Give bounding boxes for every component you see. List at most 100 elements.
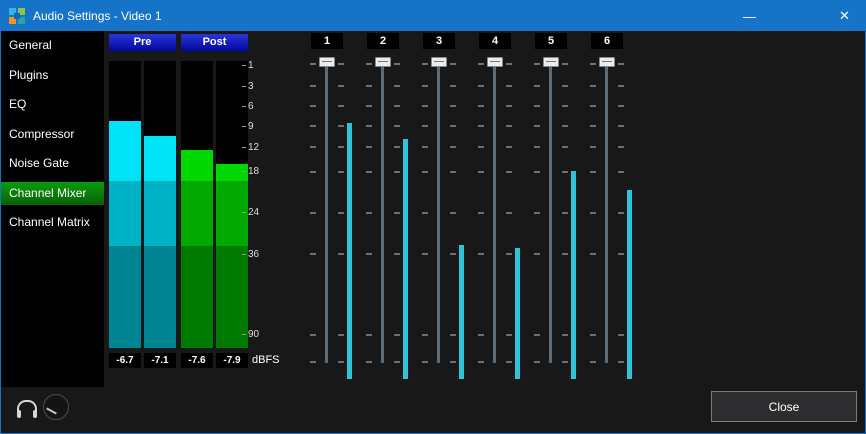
slider-tick bbox=[618, 146, 624, 148]
window-title: Audio Settings - Video 1 bbox=[33, 9, 162, 23]
channel-1-label: 1 bbox=[311, 33, 343, 49]
channel-5-slider-handle[interactable] bbox=[543, 57, 559, 67]
slider-tick bbox=[450, 63, 456, 65]
sidebar-item-noise-gate[interactable]: Noise Gate bbox=[1, 152, 104, 175]
headphones-volume-knob[interactable] bbox=[43, 394, 69, 420]
sidebar-item-plugins[interactable]: Plugins bbox=[1, 64, 104, 87]
channel-3-slider-track[interactable] bbox=[437, 63, 440, 363]
channel-6-slider-track[interactable] bbox=[605, 63, 608, 363]
slider-tick bbox=[618, 125, 624, 127]
channel-4-slider-handle[interactable] bbox=[487, 57, 503, 67]
slider-tick bbox=[338, 334, 344, 336]
pre-meter-bar-1 bbox=[109, 61, 141, 348]
slider-tick bbox=[338, 85, 344, 87]
audio-settings-window: Audio Settings - Video 1 — ✕ General Plug… bbox=[0, 0, 866, 434]
channel-2-slider-handle[interactable] bbox=[375, 57, 391, 67]
slider-tick bbox=[394, 361, 400, 363]
slider-tick bbox=[338, 212, 344, 214]
slider-tick bbox=[590, 253, 596, 255]
slider-tick bbox=[562, 212, 568, 214]
channel-6-label: 6 bbox=[591, 33, 623, 49]
slider-tick bbox=[618, 334, 624, 336]
channel-1-slider-track[interactable] bbox=[325, 63, 328, 363]
slider-tick bbox=[422, 146, 428, 148]
channel-6-level-meter bbox=[627, 59, 632, 379]
headphones-icon[interactable] bbox=[17, 400, 37, 415]
scale-mark-3: 3 bbox=[242, 81, 254, 91]
channel-1-level-meter bbox=[347, 59, 352, 379]
slider-tick bbox=[366, 361, 372, 363]
slider-tick bbox=[590, 171, 596, 173]
slider-tick bbox=[450, 146, 456, 148]
slider-tick bbox=[618, 105, 624, 107]
channel-2-slider-track[interactable] bbox=[381, 63, 384, 363]
slider-tick bbox=[450, 212, 456, 214]
close-button[interactable]: Close bbox=[711, 391, 857, 422]
slider-tick bbox=[506, 253, 512, 255]
slider-tick bbox=[394, 171, 400, 173]
close-window-button[interactable]: ✕ bbox=[822, 1, 866, 31]
sidebar: General Plugins EQ Compressor Noise Gate Chan… bbox=[1, 31, 104, 387]
slider-tick bbox=[366, 125, 372, 127]
slider-tick bbox=[590, 63, 596, 65]
slider-tick bbox=[590, 85, 596, 87]
slider-tick bbox=[450, 334, 456, 336]
channel-5-level-meter bbox=[571, 59, 576, 379]
slider-tick bbox=[478, 212, 484, 214]
scale-tick bbox=[242, 65, 246, 66]
slider-tick bbox=[534, 146, 540, 148]
channel-2-label: 2 bbox=[367, 33, 399, 49]
scale-tick bbox=[242, 106, 246, 107]
channel-2: 2 bbox=[355, 33, 411, 385]
channel-6: 6 bbox=[579, 33, 635, 385]
channel-4-level-fill bbox=[515, 248, 520, 379]
scale-tick bbox=[242, 334, 246, 335]
channel-4-label: 4 bbox=[479, 33, 511, 49]
slider-tick bbox=[478, 105, 484, 107]
channel-1-slider-handle[interactable] bbox=[319, 57, 335, 67]
pre-meter-bar-2 bbox=[144, 61, 176, 348]
channel-1-level-fill bbox=[347, 123, 352, 379]
slider-tick bbox=[450, 125, 456, 127]
slider-tick bbox=[310, 171, 316, 173]
channel-3: 3 bbox=[411, 33, 467, 385]
channel-5-slider-track[interactable] bbox=[549, 63, 552, 363]
scale-tick bbox=[242, 86, 246, 87]
channel-3-slider-handle[interactable] bbox=[431, 57, 447, 67]
post-meter-value-1: -7.6 bbox=[181, 353, 213, 368]
slider-tick bbox=[562, 171, 568, 173]
slider-tick bbox=[590, 212, 596, 214]
slider-tick bbox=[562, 334, 568, 336]
scale-tick bbox=[242, 212, 246, 213]
slider-tick bbox=[618, 212, 624, 214]
minimize-button[interactable]: — bbox=[727, 1, 772, 31]
sidebar-item-eq[interactable]: EQ bbox=[1, 93, 104, 116]
slider-tick bbox=[310, 253, 316, 255]
slider-tick bbox=[562, 253, 568, 255]
channel-6-slider-handle[interactable] bbox=[599, 57, 615, 67]
slider-tick bbox=[506, 125, 512, 127]
sidebar-item-channel-mixer[interactable]: Channel Mixer bbox=[1, 182, 104, 205]
sidebar-item-general[interactable]: General bbox=[1, 34, 104, 57]
sidebar-item-compressor[interactable]: Compressor bbox=[1, 123, 104, 146]
channel-4-level-meter bbox=[515, 59, 520, 379]
slider-tick bbox=[618, 63, 624, 65]
sidebar-item-channel-matrix[interactable]: Channel Matrix bbox=[1, 211, 104, 234]
slider-tick bbox=[338, 171, 344, 173]
slider-tick bbox=[506, 63, 512, 65]
channel-2-level-fill bbox=[403, 139, 408, 379]
slider-tick bbox=[310, 125, 316, 127]
slider-tick bbox=[562, 125, 568, 127]
slider-tick bbox=[450, 171, 456, 173]
slider-tick bbox=[534, 171, 540, 173]
slider-tick bbox=[590, 105, 596, 107]
slider-tick bbox=[450, 105, 456, 107]
post-meter-value-2: -7.9 bbox=[216, 353, 248, 368]
slider-tick bbox=[562, 63, 568, 65]
slider-tick bbox=[366, 171, 372, 173]
slider-tick bbox=[534, 63, 540, 65]
scale-mark-12: 12 bbox=[242, 142, 259, 152]
slider-tick bbox=[366, 334, 372, 336]
channel-4-slider-track[interactable] bbox=[493, 63, 496, 363]
slider-tick bbox=[534, 105, 540, 107]
